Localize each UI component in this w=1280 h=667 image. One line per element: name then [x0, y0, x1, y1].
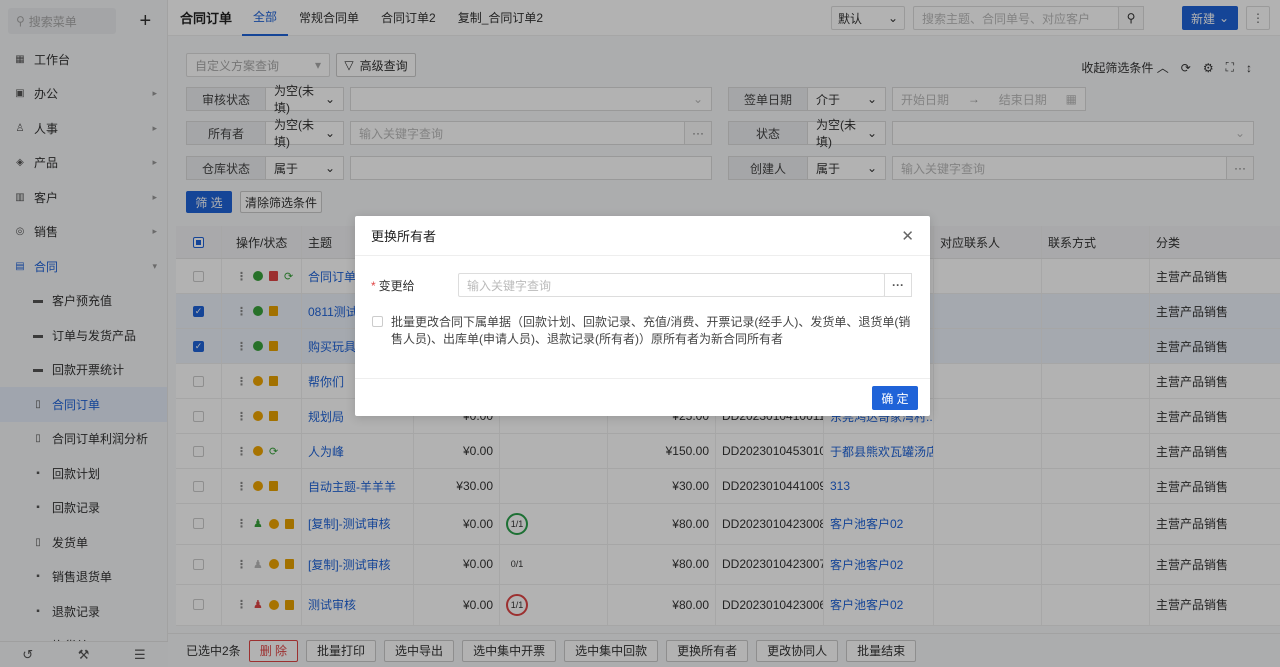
required-mark: *	[371, 278, 376, 293]
batch-change-option: 批量更改合同下属单据（回款计划、回款记录、充值/消费、开票记录(经手人)、发货单…	[372, 314, 912, 348]
close-icon[interactable]: ✕	[901, 227, 914, 245]
dialog-title: 更换所有者	[371, 229, 437, 244]
ellipsis-icon[interactable]: ···	[884, 273, 912, 297]
confirm-button[interactable]: 确 定	[872, 386, 918, 410]
field-label: * 变更给	[371, 278, 415, 293]
batch-change-checkbox[interactable]	[372, 316, 383, 327]
change-to-field: * 变更给 输入关键字查询 ···	[371, 273, 912, 297]
change-owner-dialog: 更换所有者 ✕ * 变更给 输入关键字查询 ··· 批量更改合同下属单据（回款计划…	[355, 216, 930, 416]
dialog-header: 更换所有者 ✕	[355, 216, 930, 256]
new-owner-input[interactable]: 输入关键字查询	[458, 273, 885, 297]
dialog-footer: 确 定	[355, 378, 930, 416]
batch-change-text: 批量更改合同下属单据（回款计划、回款记录、充值/消费、开票记录(经手人)、发货单…	[391, 315, 911, 346]
